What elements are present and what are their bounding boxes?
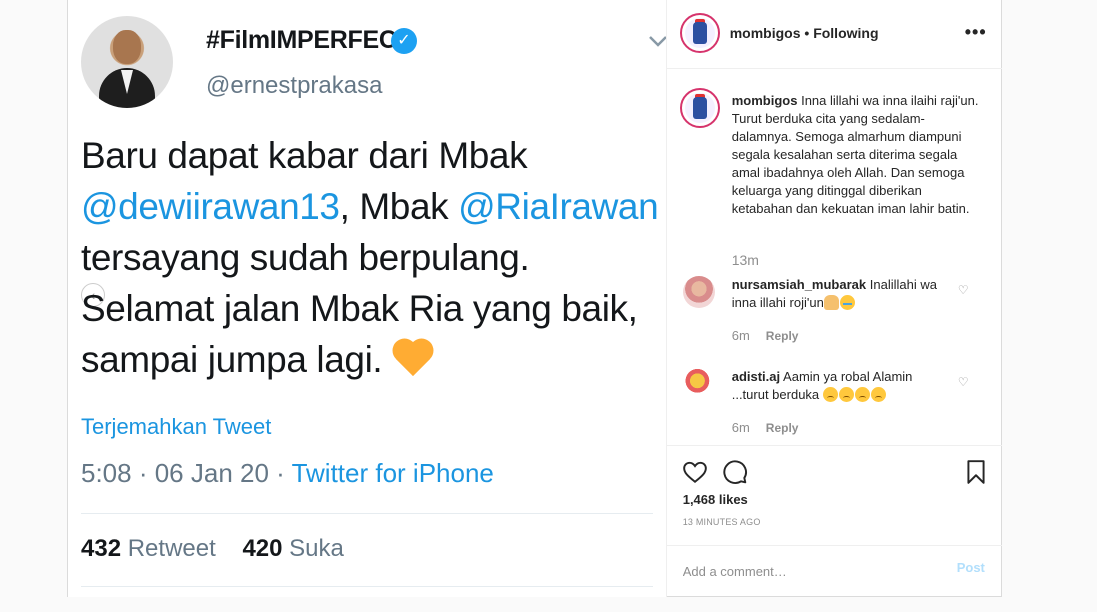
caption-text: Inna lillahi wa inna ilaihi raji'un. Tur… [731, 93, 979, 216]
comment-item: nursamsiah_mubarak Inalillahi wa inna il… [732, 276, 947, 312]
heart-icon[interactable] [682, 459, 708, 485]
caption-avatar[interactable] [679, 88, 720, 128]
header-username[interactable]: mombigos [730, 25, 801, 41]
comment-avatar[interactable] [682, 276, 715, 308]
comment-time[interactable]: 6m [732, 420, 750, 435]
retweet-count: 432 [81, 535, 122, 562]
comment-icon[interactable] [722, 459, 748, 485]
comment-meta: 6m Reply [732, 420, 799, 435]
tweet-screenshot: #FilmIMPERFECT ✓ @ernestprakasa Baru dap… [81, 0, 666, 597]
comment-avatar[interactable] [682, 368, 715, 400]
tweet-divider [81, 513, 653, 514]
reply-button[interactable]: Reply [766, 329, 799, 343]
post-media: ‹ #FilmIMPERFECT ✓ @ernestprakasa Baru d… [68, 0, 667, 597]
verified-badge-icon: ✓ [391, 28, 417, 54]
tweet-line-2: , Mbak [339, 186, 459, 227]
tweet-mention-2: @RiaIrawan [458, 186, 659, 227]
comment-username[interactable]: nursamsiah_mubarak [732, 277, 866, 292]
tweet-source: Twitter for iPhone [291, 458, 494, 488]
follow-status-button[interactable]: Following [813, 25, 878, 41]
tweet-line-4: Selamat jalan Mbak Ria yang baik, [81, 288, 638, 329]
tweet-meta: 5:08 · 06 Jan 20 · Twitter for iPhone [81, 458, 494, 489]
reply-button[interactable]: Reply [766, 421, 799, 435]
post-sidebar: mombigos • Following ••• mombigos Inna l… [666, 0, 1002, 597]
crying-face-icon [839, 295, 855, 310]
comment-item: adisti.aj Aamin ya robal Alamin ...turut… [732, 368, 947, 404]
bookmark-icon[interactable] [963, 459, 989, 485]
post-actions: 1,468 likes 13 MINUTES AGO [666, 445, 1002, 545]
post-header: mombigos • Following ••• [666, 0, 1002, 69]
like-count: 420 [242, 535, 283, 562]
sad-face-icon [822, 387, 838, 402]
tweet-divider-bottom [81, 586, 653, 587]
like-label: Suka [282, 535, 344, 562]
tweet-timestamp: 5:08 · 06 Jan 20 · [81, 458, 292, 488]
more-options-icon[interactable]: ••• [965, 22, 987, 43]
tweet-line-1: Baru dapat kabar dari Mbak [81, 135, 528, 176]
orange-heart-icon [392, 338, 436, 378]
likes-count[interactable]: 1,468 likes [683, 492, 748, 507]
comments-list[interactable]: mombigos Inna lillahi wa inna ilaihi raj… [667, 69, 1002, 445]
comment-heart-icon[interactable]: ♡ [958, 375, 969, 389]
post-time[interactable]: 13 MINUTES AGO [683, 517, 761, 527]
tweet-avatar [81, 16, 173, 108]
sad-face-icon [854, 387, 870, 402]
tweet-translate-link: Terjemahkan Tweet [81, 414, 272, 439]
tweet-mention-1: @dewiirawan13 [81, 186, 340, 227]
header-separator: • [800, 25, 814, 41]
tweet-text: Baru dapat kabar dari Mbak @dewiirawan13… [81, 130, 666, 385]
caption-time[interactable]: 13m [732, 252, 759, 268]
tweet-line-5: sampai jumpa lagi. [81, 339, 383, 380]
comment-meta: 6m Reply [732, 328, 799, 343]
tweet-handle: @ernestprakasa [206, 72, 383, 99]
tweet-display-name: #FilmIMPERFECT [206, 26, 412, 54]
tweet-line-3: tersayang sudah berpulang. [81, 237, 530, 278]
post-comment-button[interactable]: Post [957, 560, 985, 575]
comment-time[interactable]: 6m [732, 328, 750, 343]
avatar[interactable] [679, 13, 720, 53]
retweet-label: Retweet [121, 535, 216, 562]
praying-hands-icon [823, 295, 839, 310]
sad-face-icon [870, 387, 886, 402]
caption-username[interactable]: mombigos [732, 93, 798, 108]
caption: mombigos Inna lillahi wa inna ilaihi raj… [732, 92, 982, 218]
comment-username[interactable]: adisti.aj [732, 369, 780, 384]
comment-heart-icon[interactable]: ♡ [958, 283, 969, 297]
instagram-post: ‹ #FilmIMPERFECT ✓ @ernestprakasa Baru d… [67, 0, 1002, 597]
add-comment-bar: Post [666, 545, 1002, 597]
tweet-stats: 432 Retweet 420 Suka [81, 535, 344, 563]
comment-input[interactable] [682, 561, 943, 581]
header-user: mombigos • Following [730, 25, 879, 41]
chevron-down-icon [648, 30, 666, 53]
sad-face-icon [838, 387, 854, 402]
